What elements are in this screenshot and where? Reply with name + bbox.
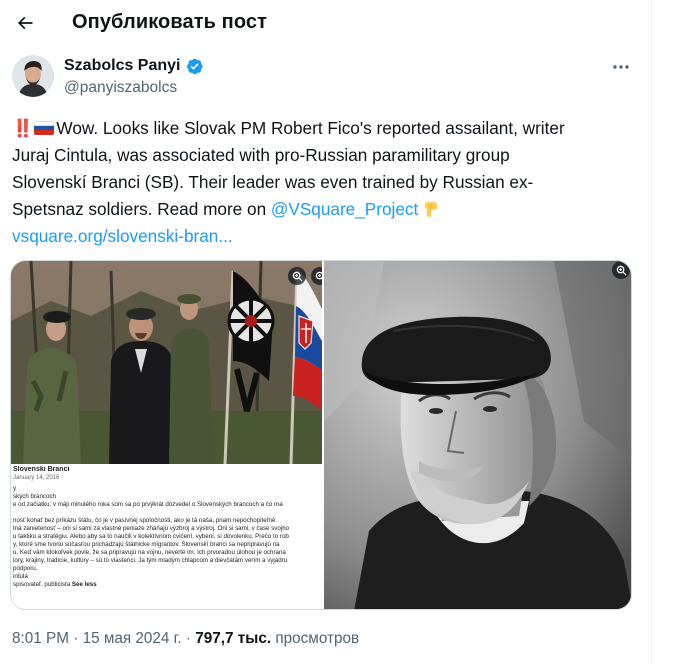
zoom-in-icon — [315, 271, 322, 279]
see-less-link[interactable]: See less — [72, 581, 97, 588]
arrow-left-icon — [17, 16, 33, 30]
pointing-down-hand-icon — [425, 202, 438, 217]
post-line: intula — [13, 573, 28, 580]
zoom-button-1[interactable] — [288, 267, 306, 285]
facebook-post-photo — [11, 261, 322, 465]
post-page: Опубликовать пост Szabolcs Panyi @panyis… — [0, 0, 676, 664]
post-line — [13, 509, 322, 517]
verified-badge-icon — [186, 58, 203, 75]
portrait-photo — [324, 261, 631, 609]
author-name[interactable]: Szabolcs Panyi — [64, 57, 181, 75]
page-title: Опубликовать пост — [72, 11, 268, 33]
avatar[interactable] — [12, 55, 54, 97]
media-grid: Slovenski Branci January 14, 2016 · y sk… — [10, 260, 632, 610]
more-options-button[interactable] — [604, 56, 638, 78]
media-image-1[interactable]: Slovenski Branci January 14, 2016 · y sk… — [11, 261, 322, 609]
more-dots-icon — [613, 65, 629, 69]
author-handle[interactable]: @panyiszabolcs — [64, 79, 177, 97]
post-line: e od začiatku: v máji minulého roka som … — [13, 501, 283, 508]
post-line: y, ktoré sme tvoriu súčasťou prichádzajú… — [13, 541, 280, 548]
post-author: Slovenski Branci — [13, 466, 70, 473]
zoom-in-icon — [616, 265, 627, 276]
tweet-line-2: Juraj Cintula, was associated with pro-R… — [12, 145, 510, 165]
top-bar: Опубликовать пост — [0, 0, 650, 48]
meta-separator: · — [181, 630, 196, 647]
post-line: u. Keď vám ktokoľvek povie, že sa pripra… — [13, 549, 286, 556]
tweet-line-4: Spetsnaz soldiers. Read more on @VSquare… — [12, 196, 642, 223]
tweet-text: ‼️ Wow. Looks like Slovak PM Robert Fico'… — [12, 115, 642, 250]
post-date[interactable]: 15 мая 2024 г. — [83, 630, 182, 647]
column-divider — [651, 0, 652, 664]
post-date: January 14, 2016 · — [13, 475, 64, 481]
post-line: u taktiku a stratégiu. Alebo aby sa to n… — [13, 533, 289, 540]
back-button[interactable] — [8, 6, 42, 40]
post-time[interactable]: 8:01 PM — [12, 630, 69, 647]
zoom-button-1b[interactable] — [311, 267, 322, 285]
post-line: ských brancoch — [13, 493, 56, 500]
post-line: y — [13, 485, 17, 492]
tweet-line-1: ‼️ Wow. Looks like Slovak PM Robert Fico'… — [12, 118, 565, 138]
post-meta: 8:01 PM · 15 мая 2024 г. · 797,7 тыс. пр… — [12, 630, 359, 648]
facebook-post-text: Slovenski Branci January 14, 2016 · y sk… — [11, 464, 322, 609]
url-link[interactable]: vsquare.org/slovenski-bran... — [12, 226, 233, 246]
post-line: lory, krajiny, tradície, kultúry – sú to… — [13, 557, 288, 564]
russia-flag-icon — [34, 121, 55, 135]
zoom-button-2[interactable] — [612, 261, 630, 279]
double-exclamation-icon: ‼️ — [12, 118, 34, 138]
tweet-line-3: Slovenskí Branci (SB). Their leader was … — [12, 172, 534, 192]
views-count: 797,7 тыс. — [195, 630, 272, 647]
post-line: spisovateľ, publicista See less — [13, 581, 97, 588]
mention-link[interactable]: @VSquare_Project — [271, 199, 418, 219]
tweet-line-5: vsquare.org/slovenski-bran... — [12, 223, 642, 250]
avatar-image — [12, 55, 54, 97]
meta-separator: · — [68, 630, 83, 647]
post-line: podporu. — [13, 565, 38, 572]
views-label: просмотров — [275, 630, 360, 647]
media-image-2[interactable] — [324, 261, 631, 609]
zoom-in-icon — [292, 271, 303, 282]
post-line: tná zanietenosť – oni si sami za vlastné… — [13, 525, 290, 532]
post-line: nosť konať bez príkazu štátu, čo je v pa… — [13, 517, 278, 524]
